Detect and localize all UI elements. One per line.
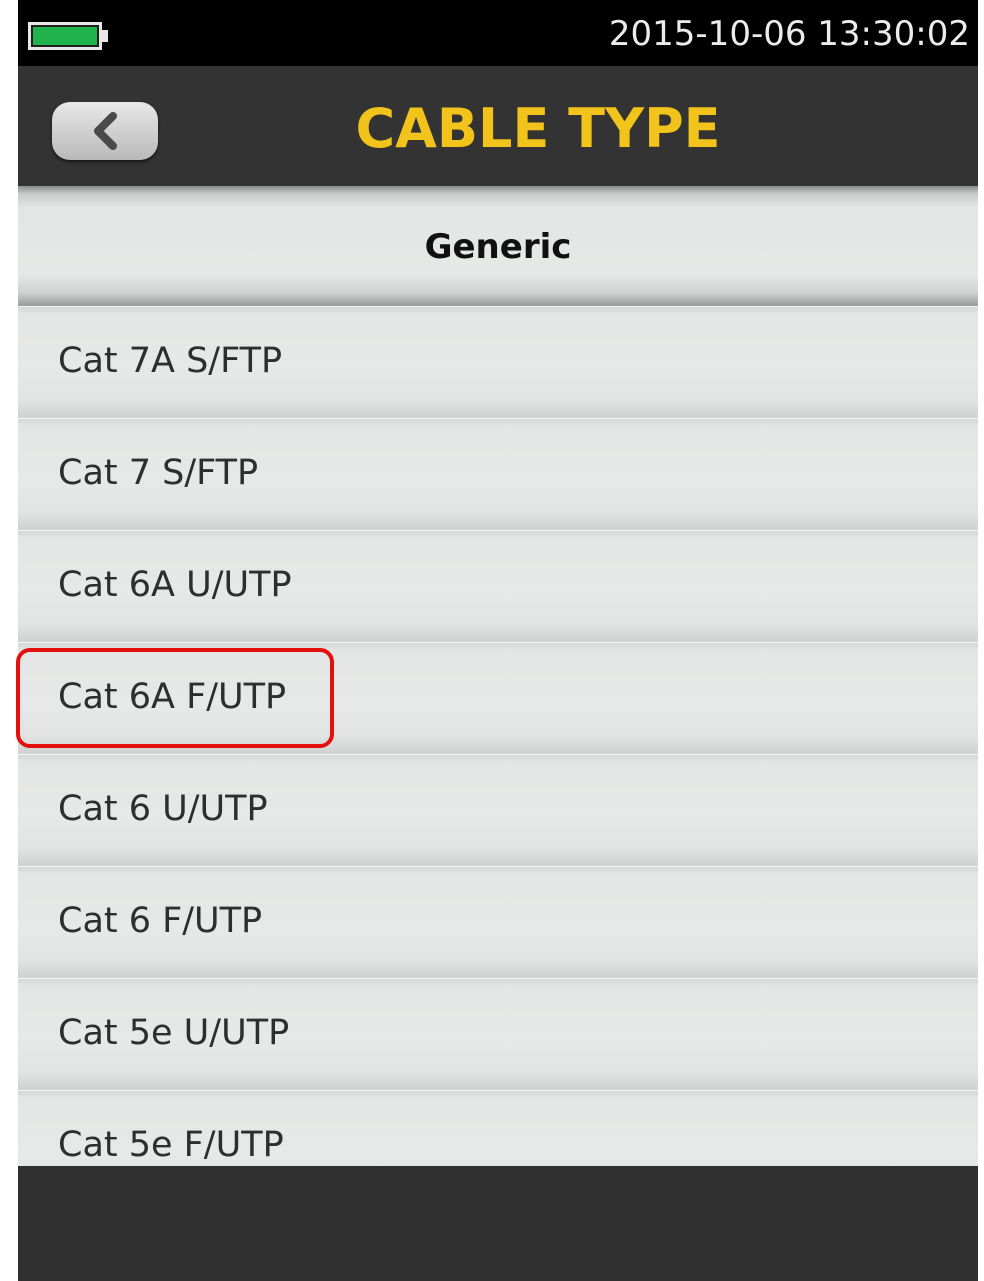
status-datetime: 2015-10-06 13:30:02 — [608, 14, 970, 54]
list-item-cat6-uutp[interactable]: Cat 6 U/UTP — [18, 754, 978, 866]
list-item-cat7a-sftp[interactable]: Cat 7A S/FTP — [18, 306, 978, 418]
title-bar: CABLE TYPE — [18, 66, 978, 186]
list-item-cat6a-uutp[interactable]: Cat 6A U/UTP — [18, 530, 978, 642]
list-item-label: Cat 6 F/UTP — [58, 901, 263, 941]
list-item-cat5e-uutp[interactable]: Cat 5e U/UTP — [18, 978, 978, 1090]
list-item-cat6-futp[interactable]: Cat 6 F/UTP — [18, 866, 978, 978]
section-header: Generic — [18, 186, 978, 306]
battery-level — [33, 27, 97, 45]
list-item-label: Cat 5e F/UTP — [58, 1125, 284, 1165]
bottom-bar — [18, 1166, 978, 1281]
list-item-cat7-sftp[interactable]: Cat 7 S/FTP — [18, 418, 978, 530]
battery-icon — [28, 22, 102, 50]
list-item-label: Cat 7A S/FTP — [58, 341, 283, 381]
back-button[interactable] — [52, 102, 158, 160]
list-item-label: Cat 6 U/UTP — [58, 789, 268, 829]
chevron-left-icon — [94, 112, 117, 150]
page-title: CABLE TYPE — [355, 97, 721, 160]
list-item-label: Cat 5e U/UTP — [58, 1013, 290, 1053]
highlight-annotation — [16, 648, 334, 748]
list-item-cat5e-futp[interactable]: Cat 5e F/UTP — [18, 1090, 978, 1166]
device-screen: 2015-10-06 13:30:02 CABLE TYPE Generic C… — [18, 0, 978, 1281]
list-item-label: Cat 6A U/UTP — [58, 565, 292, 605]
section-title: Generic — [424, 227, 572, 267]
list-item-label: Cat 7 S/FTP — [58, 453, 259, 493]
battery-terminal — [102, 30, 108, 42]
status-bar: 2015-10-06 13:30:02 — [18, 0, 978, 66]
